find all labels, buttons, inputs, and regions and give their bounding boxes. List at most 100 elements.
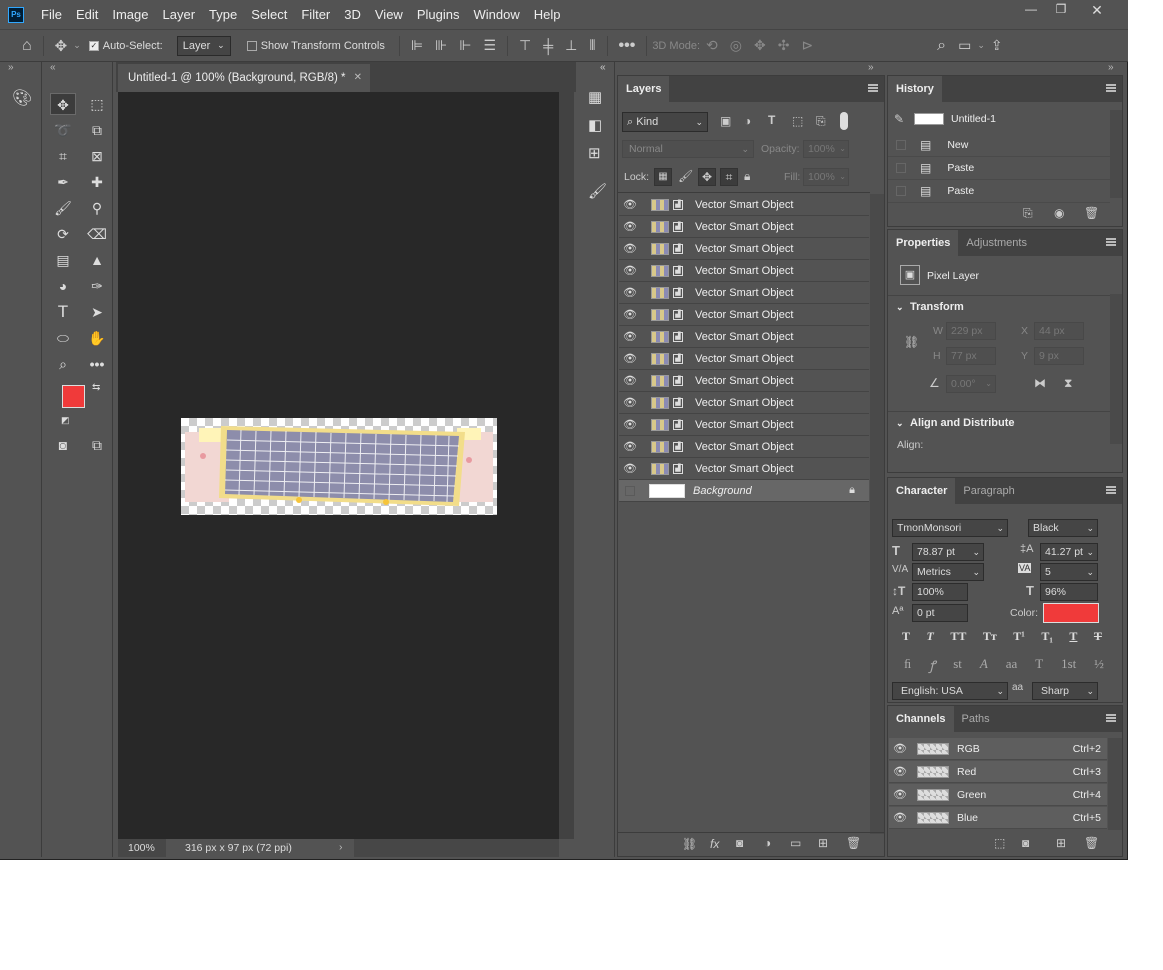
- move-tool-preset-icon[interactable]: ✥: [55, 37, 68, 55]
- search-icon[interactable]: ⌕: [937, 37, 946, 55]
- eye-icon[interactable]: 👁︎: [889, 788, 911, 801]
- history-state[interactable]: ▤ Paste: [888, 180, 1110, 203]
- menu-plugins[interactable]: Plugins: [410, 0, 467, 29]
- layer-row[interactable]: 👁︎ ▟ Vector Smart Object: [619, 282, 869, 304]
- history-scrollbar[interactable]: [1110, 110, 1122, 198]
- gradients-icon[interactable]: ◧: [588, 116, 602, 134]
- filter-shape-icon[interactable]: ⬚: [792, 114, 803, 128]
- chevron-right-icon[interactable]: ›: [339, 841, 343, 853]
- crop-tool-icon[interactable]: ⌗: [50, 145, 76, 167]
- collapse-icon[interactable]: «: [600, 62, 606, 73]
- close-tab-icon[interactable]: ✕: [354, 64, 362, 92]
- filter-kind-dropdown[interactable]: ⌕ Kind ⌄: [622, 112, 708, 132]
- home-icon[interactable]: ⌂: [22, 37, 32, 55]
- new-document-from-state-icon[interactable]: ⎘: [1023, 206, 1033, 221]
- eye-icon[interactable]: 👁︎: [619, 374, 641, 387]
- y-field[interactable]: 9 px: [1034, 347, 1084, 365]
- layer-row[interactable]: 👁︎ ▟ Vector Smart Object: [619, 238, 869, 260]
- lock-transparent-icon[interactable]: ▦: [654, 168, 672, 186]
- blur-tool-icon[interactable]: ▲: [84, 249, 110, 271]
- angle-field[interactable]: 0.00° ⌄: [946, 375, 996, 393]
- layer-row[interactable]: 👁︎ ▟ Vector Smart Object: [619, 216, 869, 238]
- panel-menu-icon[interactable]: [1106, 714, 1116, 722]
- default-colors-icon[interactable]: ◩: [61, 415, 70, 426]
- menu-help[interactable]: Help: [527, 0, 568, 29]
- layer-row[interactable]: 👁︎ ▟ Vector Smart Object: [619, 348, 869, 370]
- tracking-field[interactable]: 5 ⌄: [1040, 563, 1098, 581]
- height-field[interactable]: 77 px: [946, 347, 996, 365]
- filter-pixel-icon[interactable]: ▣: [720, 114, 731, 128]
- eye-icon[interactable]: 👁︎: [619, 440, 641, 453]
- delete-channel-icon[interactable]: 🗑︎: [1084, 836, 1099, 850]
- eye-icon[interactable]: 👁︎: [619, 418, 641, 431]
- history-brush-source-icon[interactable]: ✎: [894, 112, 904, 126]
- swap-colors-icon[interactable]: ⇆: [92, 382, 100, 393]
- eye-icon[interactable]: 👁︎: [619, 242, 641, 255]
- brush-settings-icon[interactable]: 🖌︎: [588, 182, 607, 200]
- font-style-dropdown[interactable]: Black ⌄: [1028, 519, 1098, 537]
- tab-adjustments[interactable]: Adjustments: [958, 230, 1035, 256]
- 3d-roll-icon[interactable]: ◎: [730, 37, 742, 54]
- panel-menu-icon[interactable]: [868, 84, 878, 92]
- lock-icon[interactable]: 🔒︎: [849, 484, 855, 497]
- layer-row[interactable]: 👁︎ ▟ Vector Smart Object: [619, 458, 869, 480]
- layer-row[interactable]: 👁︎ ▟ Vector Smart Object: [619, 194, 869, 216]
- lasso-tool-icon[interactable]: ➰: [50, 119, 76, 141]
- history-brush-box[interactable]: [896, 163, 906, 173]
- history-state[interactable]: ▤ New: [888, 134, 1110, 157]
- history-brush-tool-icon[interactable]: ⟳: [50, 223, 76, 245]
- ordinals-icon[interactable]: 1st: [1061, 656, 1076, 674]
- close-icon[interactable]: ✕: [1080, 2, 1114, 20]
- align-left-icon[interactable]: ⊫: [411, 37, 423, 54]
- gradient-tool-icon[interactable]: ▤: [50, 249, 76, 271]
- link-icon[interactable]: ⛓: [904, 335, 919, 349]
- zoom-level[interactable]: 100%: [128, 842, 155, 854]
- subscript-icon[interactable]: T₁: [1041, 629, 1053, 647]
- share-icon[interactable]: ⇪: [991, 37, 1003, 54]
- all-caps-icon[interactable]: TT: [950, 629, 966, 647]
- add-mask-icon[interactable]: ◙: [736, 836, 743, 850]
- eye-icon[interactable]: 👁︎: [619, 286, 641, 299]
- dodge-tool-icon[interactable]: ◕: [50, 275, 76, 297]
- distribute-horizontal-icon[interactable]: ⦀: [589, 37, 595, 54]
- frame-tool-icon[interactable]: ⊠: [84, 145, 110, 167]
- menu-select[interactable]: Select: [244, 0, 294, 29]
- transform-section-header[interactable]: ⌄ Transform: [888, 295, 1122, 317]
- eye-icon[interactable]: 👁︎: [619, 220, 641, 233]
- new-layer-icon[interactable]: ⊞: [818, 836, 828, 850]
- minimize-icon[interactable]: —: [1014, 2, 1048, 20]
- baseline-shift-field[interactable]: 0 pt: [912, 604, 968, 622]
- quick-mask-icon[interactable]: ◙: [50, 434, 76, 456]
- vertical-scale-field[interactable]: 100%: [912, 583, 968, 601]
- menu-file[interactable]: File: [34, 0, 69, 29]
- foreground-color-swatch[interactable]: [62, 385, 85, 408]
- superscript-icon[interactable]: T¹: [1013, 629, 1025, 647]
- zoom-tool-icon[interactable]: ⌕: [50, 353, 76, 375]
- panel-menu-icon[interactable]: [1106, 486, 1116, 494]
- 3d-slide-icon[interactable]: ✣: [778, 37, 790, 54]
- old-style-icon[interactable]: ꝭ: [929, 656, 935, 674]
- x-field[interactable]: 44 px: [1034, 322, 1084, 340]
- layer-row[interactable]: 👁︎ ▟ Vector Smart Object: [619, 370, 869, 392]
- new-snapshot-icon[interactable]: ◉: [1054, 206, 1064, 220]
- collapse-icon[interactable]: »: [8, 62, 14, 73]
- flip-horizontal-icon[interactable]: ⧓: [1034, 376, 1046, 390]
- layers-scrollbar[interactable]: [870, 194, 884, 834]
- path-selection-tool-icon[interactable]: ➤: [84, 301, 110, 323]
- tab-properties[interactable]: Properties: [888, 230, 959, 256]
- new-adjustment-layer-icon[interactable]: ◑: [764, 836, 771, 850]
- link-layers-icon[interactable]: ⛓: [682, 837, 697, 851]
- menu-type[interactable]: Type: [202, 0, 244, 29]
- maximize-icon[interactable]: ❐: [1044, 2, 1078, 20]
- lock-artboard-icon[interactable]: ⌗: [720, 168, 738, 186]
- 3d-pan-icon[interactable]: ✥: [754, 37, 766, 54]
- workspace-icon[interactable]: ▭: [958, 37, 971, 54]
- eye-icon[interactable]: 👁︎: [619, 198, 641, 211]
- align-middle-icon[interactable]: ╪: [543, 38, 553, 54]
- eye-icon[interactable]: 👁︎: [889, 811, 911, 824]
- align-section-header[interactable]: ⌄ Align and Distribute: [888, 411, 1122, 433]
- menu-3d[interactable]: 3D: [337, 0, 368, 29]
- font-family-dropdown[interactable]: TmonMonsori ⌄: [892, 519, 1008, 537]
- brush-tool-icon[interactable]: 🖌︎: [50, 197, 76, 219]
- marquee-tool-icon[interactable]: ⬚: [84, 93, 110, 115]
